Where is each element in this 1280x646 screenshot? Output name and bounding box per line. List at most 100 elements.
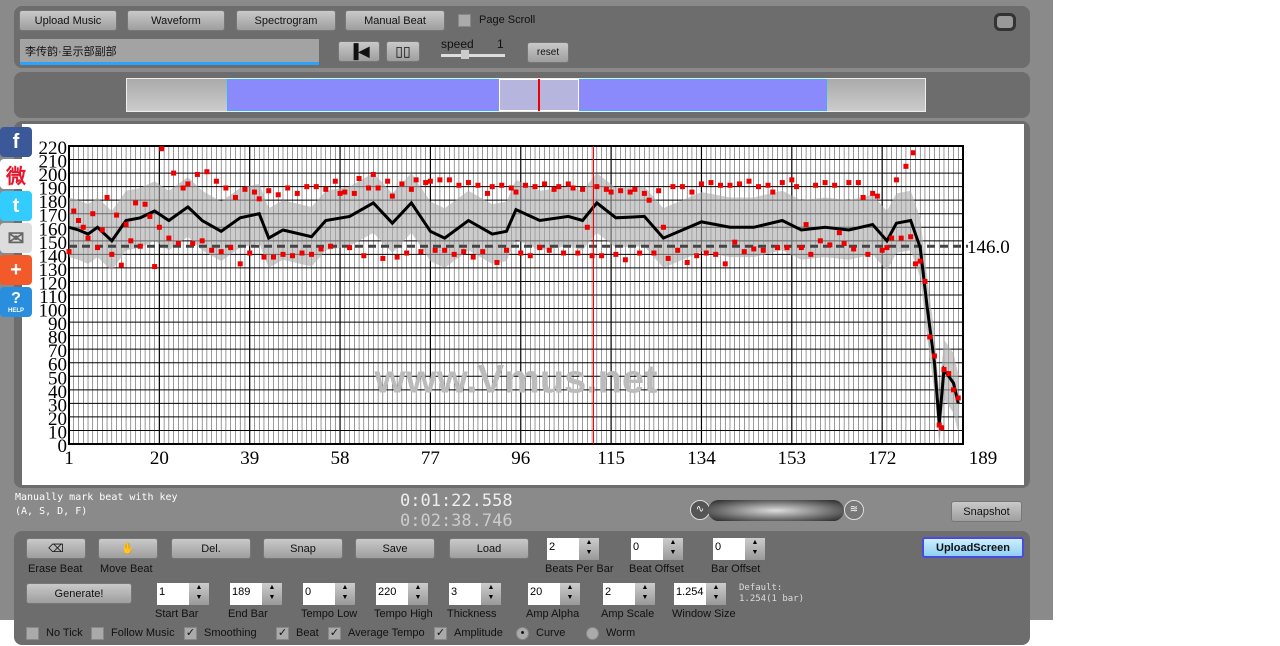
speed-slider-thumb[interactable]: [461, 50, 469, 59]
beat-point[interactable]: [313, 184, 319, 190]
beats-per-bar-input[interactable]: 2 ▲ ▼: [547, 538, 599, 560]
beat-point[interactable]: [356, 176, 362, 182]
follow-music-checkbox[interactable]: [91, 627, 104, 640]
beat-point[interactable]: [337, 190, 343, 196]
stepper-arrows-icon[interactable]: ▲ ▼: [481, 583, 501, 605]
beat-point[interactable]: [910, 150, 916, 156]
beat-point[interactable]: [832, 182, 838, 188]
beat-point[interactable]: [775, 245, 781, 251]
beat-point[interactable]: [342, 189, 348, 195]
beat-point[interactable]: [532, 184, 538, 190]
beat-point[interactable]: [784, 245, 790, 251]
beat-point[interactable]: [427, 178, 433, 184]
beat-point[interactable]: [689, 189, 695, 195]
beat-point[interactable]: [941, 367, 947, 372]
beat-point[interactable]: [480, 249, 486, 255]
beat-point[interactable]: [917, 258, 923, 264]
beat-point[interactable]: [637, 250, 643, 256]
erase-beat-button[interactable]: ⌫: [26, 538, 86, 559]
beat-offset-input[interactable]: 0 ▲ ▼: [631, 538, 683, 560]
thickness-value[interactable]: 3: [449, 583, 481, 605]
beat-point[interactable]: [660, 224, 666, 230]
beat-point[interactable]: [404, 250, 410, 256]
generate-button[interactable]: Generate!: [26, 583, 132, 604]
stepper-arrows-icon[interactable]: ▲ ▼: [262, 583, 282, 605]
beat-point[interactable]: [798, 245, 804, 251]
twitter-icon[interactable]: t: [0, 191, 32, 221]
beat-point[interactable]: [846, 180, 852, 186]
beat-point[interactable]: [95, 245, 101, 251]
bar-offset-value[interactable]: 0: [713, 538, 745, 560]
beat-point[interactable]: [499, 182, 505, 188]
beat-point[interactable]: [922, 278, 928, 284]
beat-point[interactable]: [432, 247, 438, 253]
beat-point[interactable]: [261, 254, 267, 260]
beat-point[interactable]: [713, 251, 719, 257]
beat-point[interactable]: [251, 189, 257, 195]
beat-point[interactable]: [694, 253, 700, 259]
beat-point[interactable]: [209, 247, 215, 253]
beat-point[interactable]: [247, 250, 253, 256]
beat-point[interactable]: [865, 251, 871, 257]
waveform-style-icon[interactable]: ∿: [690, 500, 710, 520]
start-bar-input[interactable]: 1 ▲ ▼: [157, 583, 209, 605]
beat-point[interactable]: [551, 186, 557, 192]
move-beat-button[interactable]: ✋: [98, 538, 158, 559]
beat-point[interactable]: [851, 246, 857, 252]
beat-point[interactable]: [137, 243, 143, 249]
beat-point[interactable]: [665, 255, 671, 261]
volume-slider[interactable]: [708, 500, 844, 521]
no-tick-checkbox[interactable]: [26, 627, 39, 640]
beat-point[interactable]: [185, 181, 191, 187]
beat-point[interactable]: [194, 171, 200, 177]
beat-point[interactable]: [175, 241, 181, 247]
beat-point[interactable]: [561, 250, 567, 256]
average-tempo-checkbox[interactable]: ✓: [328, 627, 341, 640]
amp-scale-value[interactable]: 2: [603, 583, 635, 605]
beat-point[interactable]: [199, 238, 205, 244]
beat-point[interactable]: [698, 181, 704, 187]
worm-radio[interactable]: [586, 627, 599, 640]
beat-point[interactable]: [751, 246, 757, 252]
beat-point[interactable]: [608, 189, 614, 195]
beat-point[interactable]: [893, 177, 899, 183]
beat-point[interactable]: [741, 249, 747, 255]
beat-point[interactable]: [451, 251, 457, 257]
beat-point[interactable]: [651, 250, 657, 256]
bar-offset-input[interactable]: 0 ▲ ▼: [713, 538, 765, 560]
beat-point[interactable]: [489, 184, 495, 190]
beat-point[interactable]: [841, 241, 847, 247]
beats-per-bar-value[interactable]: 2: [547, 538, 579, 560]
amp-scale-input[interactable]: 2 ▲ ▼: [603, 583, 655, 605]
beat-point[interactable]: [90, 211, 96, 217]
beat-point[interactable]: [827, 242, 833, 248]
delete-button[interactable]: Del.: [171, 538, 251, 559]
beat-point[interactable]: [332, 178, 338, 184]
tempo-chart[interactable]: www.Vmus.net146.001020304050607080901001…: [22, 124, 1024, 485]
beat-point[interactable]: [618, 188, 624, 194]
beat-point[interactable]: [584, 224, 590, 230]
beat-point[interactable]: [218, 249, 224, 255]
beat-point[interactable]: [870, 190, 876, 196]
beat-point[interactable]: [223, 185, 229, 191]
stepper-arrows-icon[interactable]: ▲ ▼: [706, 583, 726, 605]
beat-point[interactable]: [133, 200, 139, 206]
beat-point[interactable]: [190, 241, 196, 247]
waveform-button[interactable]: Waveform: [127, 10, 225, 31]
speed-slider[interactable]: [441, 50, 505, 59]
beat-point[interactable]: [939, 425, 945, 431]
beat-point[interactable]: [817, 238, 823, 244]
mail-icon[interactable]: ✉: [0, 223, 32, 253]
snapshot-button[interactable]: Snapshot: [951, 501, 1022, 522]
tempo-high-input[interactable]: 220 ▲ ▼: [376, 583, 428, 605]
beat-point[interactable]: [565, 181, 571, 187]
beat-point[interactable]: [380, 255, 386, 261]
help-icon[interactable]: ? HELP: [0, 287, 32, 317]
playhead[interactable]: [538, 79, 540, 111]
beat-point[interactable]: [213, 178, 219, 184]
beat-point[interactable]: [413, 177, 419, 183]
beat-point[interactable]: [399, 181, 405, 187]
beat-point[interactable]: [80, 224, 86, 230]
stepper-arrows-icon[interactable]: ▲ ▼: [560, 583, 580, 605]
beat-point[interactable]: [180, 185, 186, 191]
